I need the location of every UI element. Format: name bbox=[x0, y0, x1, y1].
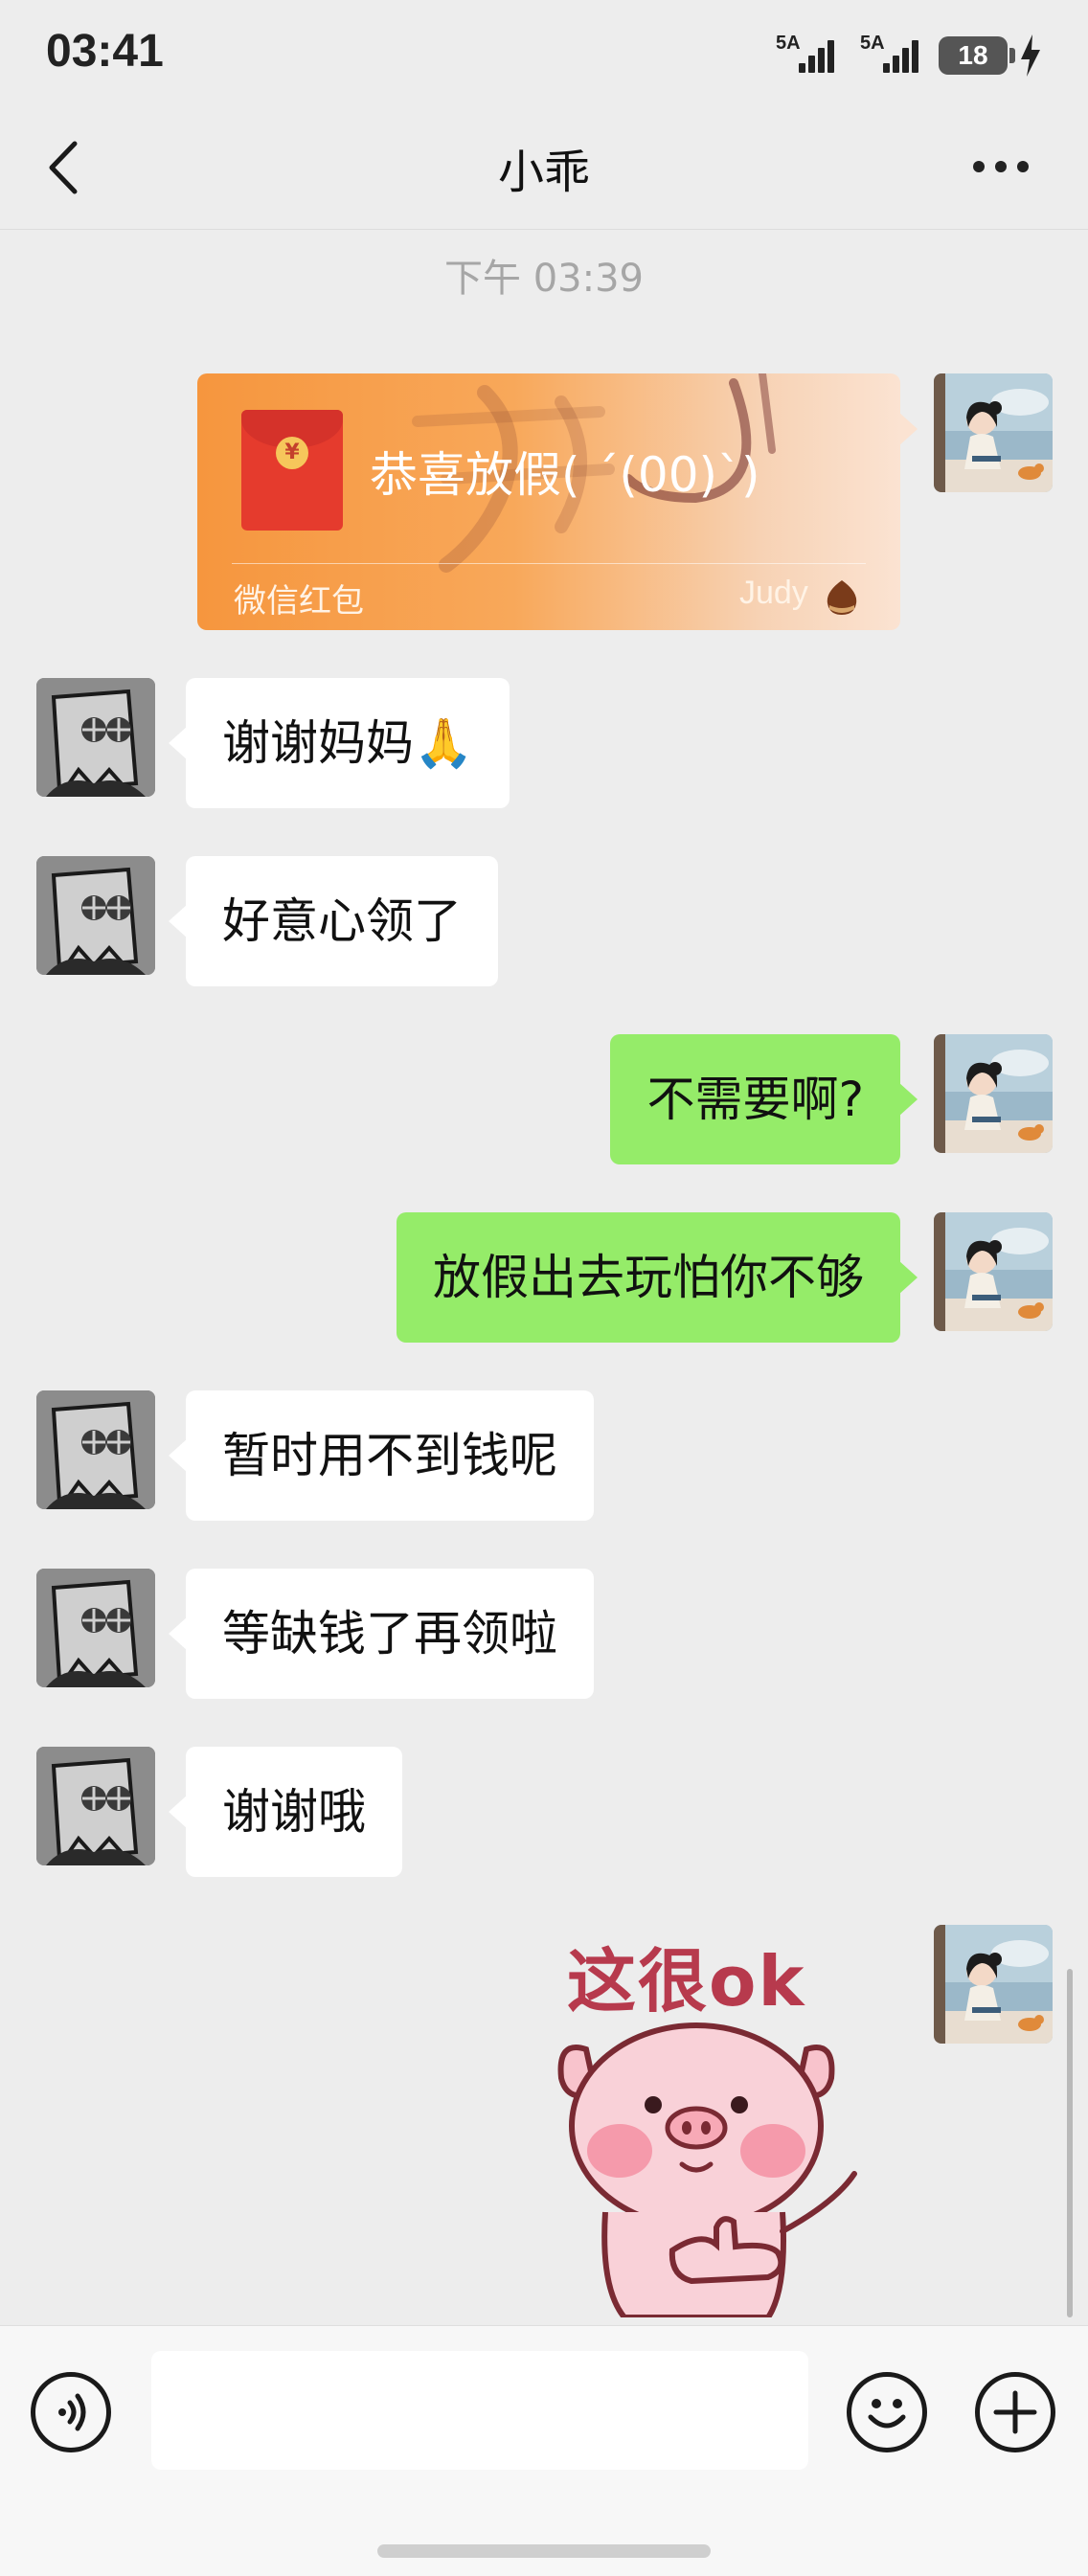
message-bubble-incoming[interactable]: 暂时用不到钱呢 bbox=[169, 1390, 594, 1521]
my-avatar[interactable] bbox=[934, 1034, 1053, 1153]
battery-level: 18 bbox=[958, 40, 988, 70]
message-bubble-outgoing[interactable]: 不需要啊? bbox=[610, 1034, 918, 1164]
chat-header: 小乖 bbox=[0, 105, 1088, 230]
plus-icon[interactable] bbox=[975, 2372, 1055, 2452]
more-icon[interactable] bbox=[967, 142, 1034, 190]
emoji-icon[interactable] bbox=[847, 2372, 927, 2452]
my-avatar[interactable] bbox=[934, 373, 1053, 492]
message-bubble-incoming[interactable]: 谢谢妈妈🙏 bbox=[168, 678, 510, 808]
message-bubble-outgoing[interactable]: 放假出去玩怕你不够 bbox=[397, 1212, 918, 1343]
contact-avatar[interactable] bbox=[36, 856, 155, 975]
voice-icon[interactable] bbox=[31, 2372, 111, 2452]
pig-thumbs-up-icon bbox=[557, 2022, 857, 2317]
pig-sticker[interactable]: 这很ok bbox=[548, 1925, 883, 2317]
red-packet-title: 恭喜放假( ´(00)ˋ) bbox=[370, 447, 760, 503]
my-avatar[interactable] bbox=[934, 1925, 1053, 2044]
signal-icon: 5A bbox=[776, 33, 852, 75]
charging-bolt-icon bbox=[1021, 34, 1040, 77]
message-bubble-incoming[interactable]: 等缺钱了再领啦 bbox=[169, 1569, 594, 1699]
signal-icon-2: 5A bbox=[860, 33, 937, 75]
red-packet-divider bbox=[232, 563, 866, 564]
contact-avatar[interactable] bbox=[36, 1569, 155, 1687]
contact-avatar[interactable] bbox=[36, 1747, 155, 1865]
status-bar: 03:41 5A 5A 18 bbox=[0, 0, 1088, 105]
input-bar bbox=[0, 2325, 1088, 2576]
status-time: 03:41 bbox=[46, 26, 164, 77]
battery-icon: 18 bbox=[939, 36, 1008, 75]
message-bubble-incoming[interactable]: 好意心领了 bbox=[169, 856, 498, 986]
home-indicator[interactable] bbox=[377, 2544, 711, 2558]
message-input[interactable] bbox=[151, 2351, 808, 2470]
chestnut-icon bbox=[827, 580, 857, 615]
message-bubble-incoming[interactable]: 谢谢哦 bbox=[169, 1747, 402, 1877]
chat-scrollbar[interactable] bbox=[1067, 1969, 1073, 2317]
red-packet-sender: Judy bbox=[739, 575, 808, 611]
battery-tip bbox=[1009, 48, 1015, 63]
red-packet-label: 微信红包 bbox=[234, 582, 364, 621]
my-avatar[interactable] bbox=[934, 1212, 1053, 1331]
red-packet-card[interactable]: ¥ 恭喜放假( ´(00)ˋ) 微信红包 Judy bbox=[197, 373, 900, 630]
chat-title: 小乖 bbox=[497, 146, 590, 199]
red-envelope-icon: ¥ bbox=[241, 410, 343, 531]
red-packet-tail bbox=[898, 412, 918, 446]
contact-avatar[interactable] bbox=[36, 678, 155, 797]
contact-avatar[interactable] bbox=[36, 1390, 155, 1509]
message-timestamp: 下午 03:39 bbox=[444, 257, 644, 301]
